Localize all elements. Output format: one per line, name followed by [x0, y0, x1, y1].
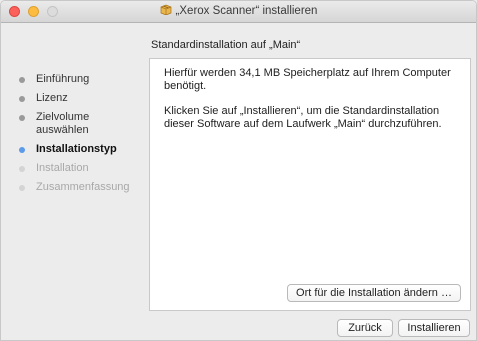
- step-lizenz: Lizenz: [19, 92, 144, 105]
- step-label: Einführung: [36, 73, 90, 85]
- step-installation: Installation: [19, 162, 144, 175]
- installer-steps: Einführung Lizenz Zielvolume auswählen I…: [19, 73, 144, 200]
- step-bullet-icon: [19, 96, 25, 102]
- step-einfuehrung: Einführung: [19, 73, 144, 86]
- page-subtitle: Standardinstallation auf „Main“: [151, 39, 301, 51]
- back-button[interactable]: Zurück: [337, 319, 393, 337]
- install-instruction-text: Klicken Sie auf „Installieren“, um die S…: [164, 105, 442, 130]
- step-label: Installationstyp: [36, 143, 117, 155]
- step-label: Zielvolume auswählen: [36, 111, 90, 136]
- step-bullet-icon: [19, 77, 25, 83]
- window-title-area: „Xerox Scanner“ installieren: [1, 4, 476, 17]
- step-label: Zusammenfassung: [36, 181, 130, 193]
- step-bullet-icon: [19, 147, 25, 153]
- package-icon: [160, 4, 171, 15]
- disk-space-text: Hierfür werden 34,1 MB Speicherplatz auf…: [164, 67, 451, 92]
- window-title: „Xerox Scanner“ installieren: [175, 5, 318, 17]
- content-panel: Hierfür werden 34,1 MB Speicherplatz auf…: [149, 58, 471, 311]
- installer-window: „Xerox Scanner“ installieren Standardins…: [0, 0, 477, 341]
- title-bar[interactable]: „Xerox Scanner“ installieren: [1, 1, 476, 23]
- change-install-location-button[interactable]: Ort für die Installation ändern …: [287, 284, 461, 302]
- step-zusammenfassung: Zusammenfassung: [19, 181, 144, 194]
- step-label: Lizenz: [36, 92, 68, 104]
- step-bullet-icon: [19, 115, 25, 121]
- step-bullet-icon: [19, 166, 25, 172]
- install-button[interactable]: Installieren: [398, 319, 470, 337]
- step-label: Installation: [36, 162, 89, 174]
- step-bullet-icon: [19, 185, 25, 191]
- step-zielvolume: Zielvolume auswählen: [19, 111, 144, 137]
- step-installationstyp: Installationstyp: [19, 143, 144, 156]
